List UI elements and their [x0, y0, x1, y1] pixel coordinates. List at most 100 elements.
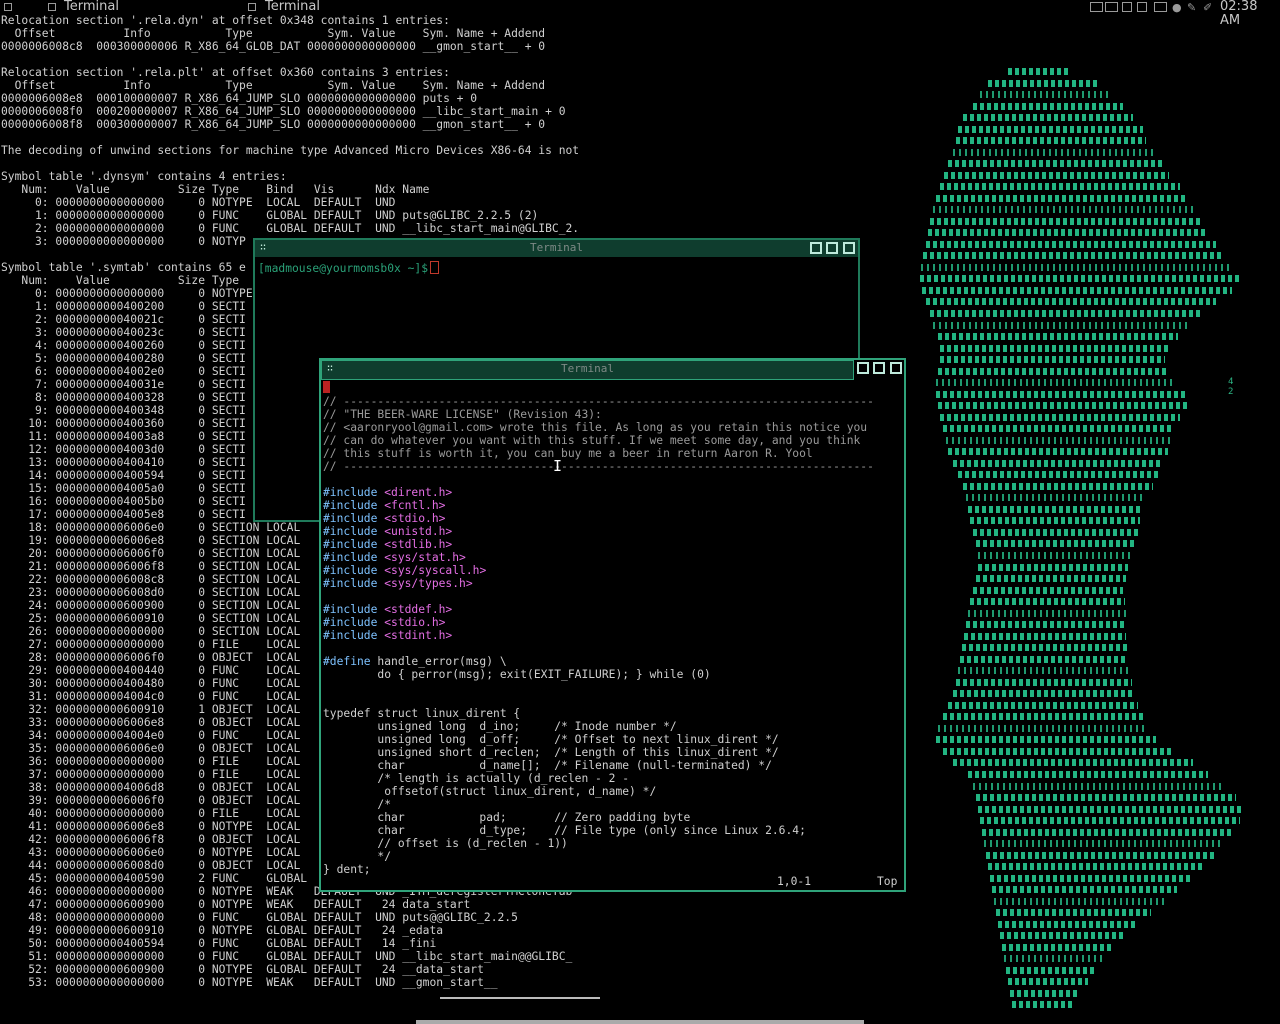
terminal-output-line: 2: 0000000000000000 0 FUNC GLOBAL DEFAUL…	[35, 222, 580, 235]
ascii-art-row	[963, 483, 1153, 490]
scroll-position: Top	[877, 875, 898, 888]
terminal-output-line: 32: 0000000000600910 1 OBJECT LOCAL	[28, 703, 301, 716]
ascii-art-row	[976, 794, 1236, 801]
code-line: */	[323, 850, 392, 863]
terminal-output-line: 6: 00000000004002e0 0 SECTI	[35, 365, 246, 378]
terminal-output-line: Symbol table '.symtab' contains 65 e	[1, 261, 246, 274]
ascii-art-row	[940, 414, 1180, 421]
maximize-button[interactable]	[873, 362, 885, 374]
directive-argument: <fcntl.h>	[377, 499, 446, 512]
terminal-output-line: 2: 000000000040021c 0 SECTI	[35, 313, 246, 326]
preprocessor-directive: #include	[323, 564, 378, 577]
ascii-art-row	[940, 183, 1180, 190]
workspace-4-button[interactable]	[1137, 2, 1147, 12]
ascii-art-row	[1010, 990, 1080, 997]
clock[interactable]: 02:38 AM	[1220, 0, 1280, 28]
code-line: // -------------------------------------…	[323, 460, 874, 473]
minimize-button[interactable]	[857, 362, 869, 374]
directive-argument: <sys/syscall.h>	[377, 564, 487, 577]
ascii-art-row	[1012, 1001, 1072, 1008]
code-line: #include <sys/types.h>	[323, 577, 473, 590]
maximize-button[interactable]	[826, 242, 838, 254]
window-titlebar[interactable]: ∷ Terminal	[321, 360, 854, 380]
preprocessor-directive: #include	[323, 577, 378, 590]
horizontal-scrollbar[interactable]	[416, 1020, 864, 1024]
ascii-art-row	[1006, 967, 1096, 974]
ascii-art-row	[956, 679, 1132, 686]
close-button[interactable]	[890, 362, 902, 374]
ascii-art-row	[966, 621, 1126, 628]
ascii-art-row	[973, 783, 1223, 790]
ascii-art-row	[973, 587, 1123, 594]
directive-argument: <stdio.h>	[377, 616, 446, 629]
terminal-output-line: 24: 0000000000600900 0 SECTION LOCAL	[28, 599, 301, 612]
terminal-app-icon[interactable]	[4, 3, 12, 11]
terminal-output-line: 7: 000000000040031e 0 SECTI	[35, 378, 246, 391]
network-icon[interactable]: ●	[1172, 2, 1182, 13]
task-button-terminal-2[interactable]: Terminal	[265, 0, 320, 14]
pin-icon[interactable]: ✐	[1203, 2, 1212, 13]
window-titlebar[interactable]: ∷ Terminal	[255, 240, 858, 257]
ascii-art-label: 2	[1228, 387, 1234, 397]
code-line: // offset is (d_reclen - 1))	[323, 837, 568, 850]
terminal-output-line: The decoding of unwind sections for mach…	[1, 144, 580, 157]
window-icon[interactable]	[48, 3, 56, 11]
window-title: Terminal	[561, 362, 614, 375]
terminal-output-line: 48: 0000000000000000 0 FUNC GLOBAL DEFAU…	[28, 911, 518, 924]
terminal-output-line: 53: 0000000000000000 0 NOTYPE WEAK DEFAU…	[28, 976, 498, 989]
terminal-output-line: 5: 0000000000400280 0 SECTI	[35, 352, 246, 365]
terminal-output-line: 42: 00000000006006f8 0 OBJECT LOCAL	[28, 833, 301, 846]
ascii-art-row	[930, 310, 1200, 317]
close-button[interactable]	[843, 242, 855, 254]
directive-argument: <sys/stat.h>	[377, 551, 466, 564]
terminal-output-line: 11: 00000000004003a8 0 SECTI	[28, 430, 246, 443]
ascii-art-row	[980, 91, 1110, 98]
minimize-button[interactable]	[810, 242, 822, 254]
code-line: // -------------------------------------…	[323, 395, 874, 408]
terminal-output-line: 9: 0000000000400348 0 SECTI	[35, 404, 246, 417]
ascii-art-row	[920, 275, 1240, 282]
terminal-output-line: 26: 0000000000000000 0 SECTION LOCAL	[28, 625, 301, 638]
directive-argument: <stdio.h>	[377, 512, 446, 525]
terminal-output-line: 0000006008c8 000300000006 R_X86_64_GLOB_…	[1, 40, 546, 53]
window-icon[interactable]	[248, 3, 256, 11]
task-button-terminal-1[interactable]: Terminal	[64, 0, 119, 14]
preprocessor-directive: #include	[323, 512, 378, 525]
ascii-art-row	[963, 114, 1133, 121]
shell-prompt[interactable]: [madmouse@yourmomsb0x ~]$	[258, 261, 440, 275]
ascii-art-row	[958, 471, 1158, 478]
terminal-output-line: 38: 00000000004006d8 0 OBJECT LOCAL	[28, 781, 301, 794]
code-line: #include <stddef.h>	[323, 603, 452, 616]
workspace-1-button[interactable]	[1090, 2, 1103, 12]
terminal-output-line: Relocation section '.rela.dyn' at offset…	[1, 14, 450, 27]
ascii-art-row	[948, 448, 1168, 455]
terminal-window-front[interactable]: ∷ Terminal // --------------------------…	[319, 358, 906, 892]
ascii-art-row	[982, 829, 1232, 836]
ascii-art-row	[938, 368, 1168, 375]
pen-icon[interactable]: ✎	[1187, 2, 1196, 13]
workspace-3-button[interactable]	[1122, 2, 1132, 12]
code-line: unsigned long d_ino; /* Inode number */	[323, 720, 677, 733]
directive-argument: <stdint.h>	[377, 629, 453, 642]
ascii-art-row	[936, 391, 1186, 398]
ascii-art-row	[938, 725, 1148, 732]
workspace-5-button[interactable]	[1154, 2, 1167, 12]
ascii-art-row	[1004, 955, 1104, 962]
ascii-art-row	[973, 103, 1123, 110]
ascii-art-row	[922, 287, 1232, 294]
ascii-art-row	[1000, 932, 1125, 939]
code-line: // <aaronryool@gmail.com> wrote this fil…	[323, 421, 868, 434]
terminal-output-line: 18: 00000000006006e0 0 SECTION LOCAL	[28, 521, 301, 534]
workspace-2-button[interactable]	[1105, 2, 1118, 12]
ascii-art-row	[1008, 68, 1068, 75]
code-line: char pad; // Zero padding byte	[323, 811, 691, 824]
terminal-output-line: 3: 0000000000000000 0 NOTYP	[35, 235, 246, 248]
ascii-art-row	[988, 80, 1098, 87]
code-line: // this stuff is worth it, you can buy m…	[323, 447, 813, 460]
vim-editor-buffer[interactable]: // -------------------------------------…	[323, 382, 903, 876]
code-line: // "THE BEER-WARE LICENSE" (Revision 43)…	[323, 408, 602, 421]
preprocessor-directive: #include	[323, 603, 378, 616]
ascii-art-row	[948, 702, 1138, 709]
ascii-art-row	[970, 598, 1125, 605]
ascii-art-row	[1008, 978, 1088, 985]
